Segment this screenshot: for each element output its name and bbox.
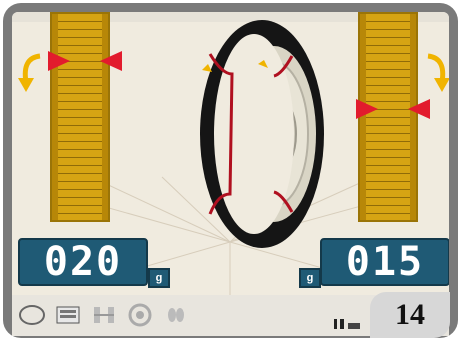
balancer-screen: 020 g 015 g	[12, 12, 449, 295]
footprints-icon[interactable]	[162, 301, 190, 329]
tire-cutaway-illustration	[200, 20, 324, 248]
right-rotate-arrow-icon	[427, 53, 449, 92]
tire-outline-icon[interactable]	[18, 301, 46, 329]
wheel-clamp-icon[interactable]	[126, 301, 154, 329]
left-rotate-arrow-icon	[18, 53, 41, 92]
left-position-markers	[48, 51, 122, 71]
left-unit-label: g	[148, 268, 170, 288]
right-unit-label: g	[299, 268, 321, 288]
monitor-settings-icon[interactable]	[54, 301, 82, 329]
left-weight-readout: 020	[18, 238, 148, 286]
balance-weights-icon[interactable]	[90, 301, 118, 329]
right-position-markers	[356, 99, 430, 119]
status-indicator-icon	[334, 317, 364, 331]
right-weight-readout: 015	[320, 238, 449, 286]
page-number-badge: 14	[370, 292, 450, 338]
